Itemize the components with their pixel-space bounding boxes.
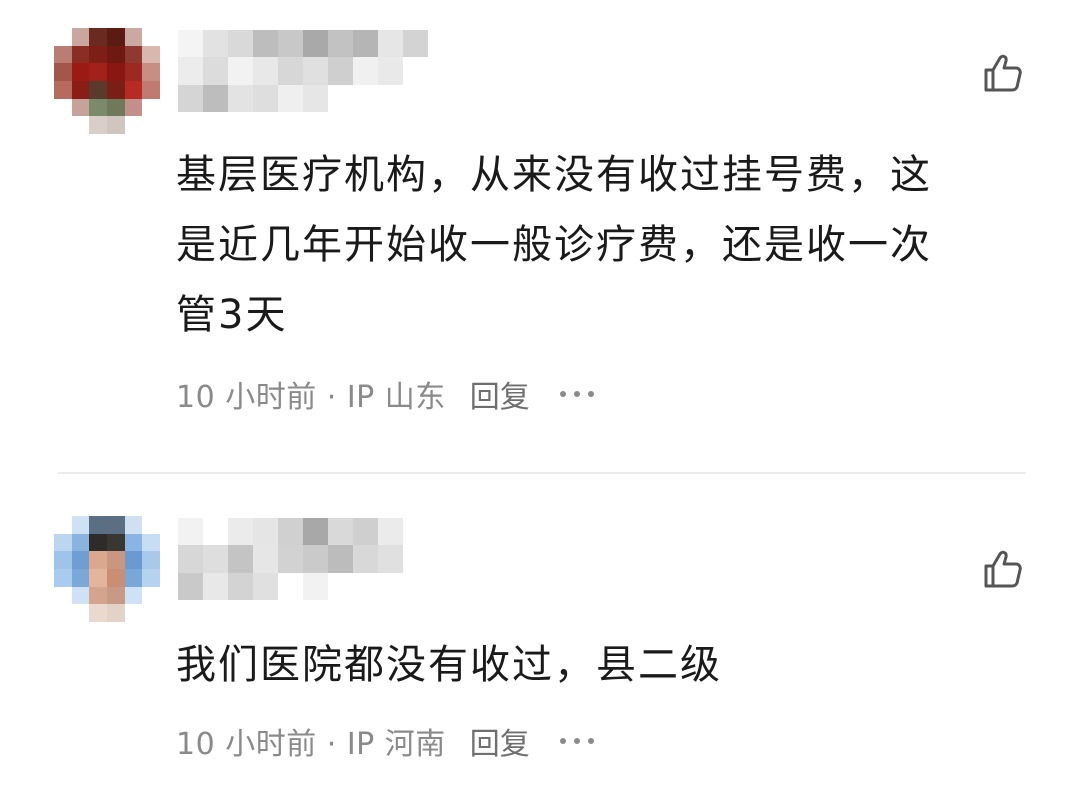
divider bbox=[58, 472, 1026, 474]
like-button[interactable] bbox=[980, 50, 1026, 96]
avatar[interactable] bbox=[54, 516, 160, 622]
comment-item: 我们医院都没有收过，县二级 10 小时前 · IP 河南 回复 bbox=[0, 476, 1080, 802]
more-dots-icon[interactable] bbox=[559, 726, 594, 756]
avatar[interactable] bbox=[54, 28, 160, 134]
comment-time-location: 10 小时前 · IP 山东 bbox=[176, 380, 446, 415]
comment-text: 我们医院都没有收过，县二级 bbox=[176, 630, 1026, 700]
comment-text-line: 我们医院都没有收过，县二级 bbox=[176, 642, 722, 688]
comment-text-line: 是近几年开始收一般诊疗费，还是收一次 bbox=[176, 222, 932, 268]
comment-meta: 10 小时前 · IP 河南 回复 bbox=[176, 719, 594, 763]
comment-time-location: 10 小时前 · IP 河南 bbox=[176, 727, 446, 762]
more-dots-icon[interactable] bbox=[559, 379, 594, 409]
comment-meta: 10 小时前 · IP 山东 回复 bbox=[176, 372, 594, 416]
thumbs-up-icon bbox=[984, 54, 1022, 92]
thumbs-up-icon bbox=[984, 550, 1022, 588]
comment-text-line: 基层医疗机构，从来没有收过挂号费，这 bbox=[176, 152, 932, 198]
username-blurred[interactable] bbox=[178, 518, 428, 600]
comment-text-line: 管3天 bbox=[176, 292, 288, 338]
comment-item: 基层医疗机构，从来没有收过挂号费，这 是近几年开始收一般诊疗费，还是收一次 管3… bbox=[0, 0, 1080, 470]
reply-button[interactable]: 回复 bbox=[470, 719, 530, 763]
comment-text: 基层医疗机构，从来没有收过挂号费，这 是近几年开始收一般诊疗费，还是收一次 管3… bbox=[176, 140, 1026, 350]
like-button[interactable] bbox=[980, 546, 1026, 592]
comment-list: 基层医疗机构，从来没有收过挂号费，这 是近几年开始收一般诊疗费，还是收一次 管3… bbox=[0, 0, 1080, 802]
reply-button[interactable]: 回复 bbox=[470, 372, 530, 416]
username-blurred[interactable] bbox=[178, 30, 428, 112]
